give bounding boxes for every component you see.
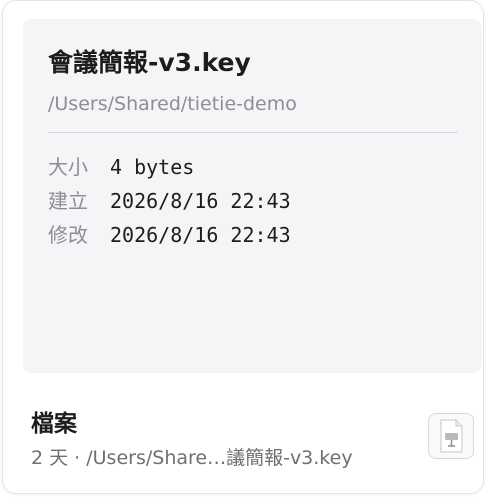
item-kind-label: 檔案 bbox=[31, 411, 77, 437]
keynote-file-icon bbox=[428, 413, 474, 459]
file-path: /Users/Shared/tietie-demo bbox=[48, 93, 297, 115]
item-subtitle: 2 天 · /Users/Share…議簡報-v3.key bbox=[31, 447, 353, 469]
meta-value-modified: 2026/8/16 22:43 bbox=[110, 223, 291, 247]
file-card[interactable]: 會議簡報-v3.key /Users/Shared/tietie-demo 大小… bbox=[2, 0, 484, 494]
meta-row-modified: 修改 2026/8/16 22:43 bbox=[48, 219, 291, 248]
meta-label-modified: 修改 bbox=[48, 223, 88, 247]
meta-value-created: 2026/8/16 22:43 bbox=[110, 189, 291, 213]
divider bbox=[48, 132, 458, 133]
meta-label-size: 大小 bbox=[48, 155, 88, 179]
meta-label-created: 建立 bbox=[48, 189, 88, 213]
meta-row-size: 大小 4 bytes bbox=[48, 151, 194, 180]
meta-row-created: 建立 2026/8/16 22:43 bbox=[48, 185, 291, 214]
meta-value-size: 4 bytes bbox=[110, 155, 195, 179]
file-name-title: 會議簡報-v3.key bbox=[48, 48, 251, 77]
file-preview-panel: 會議簡報-v3.key /Users/Shared/tietie-demo 大小… bbox=[23, 19, 482, 373]
